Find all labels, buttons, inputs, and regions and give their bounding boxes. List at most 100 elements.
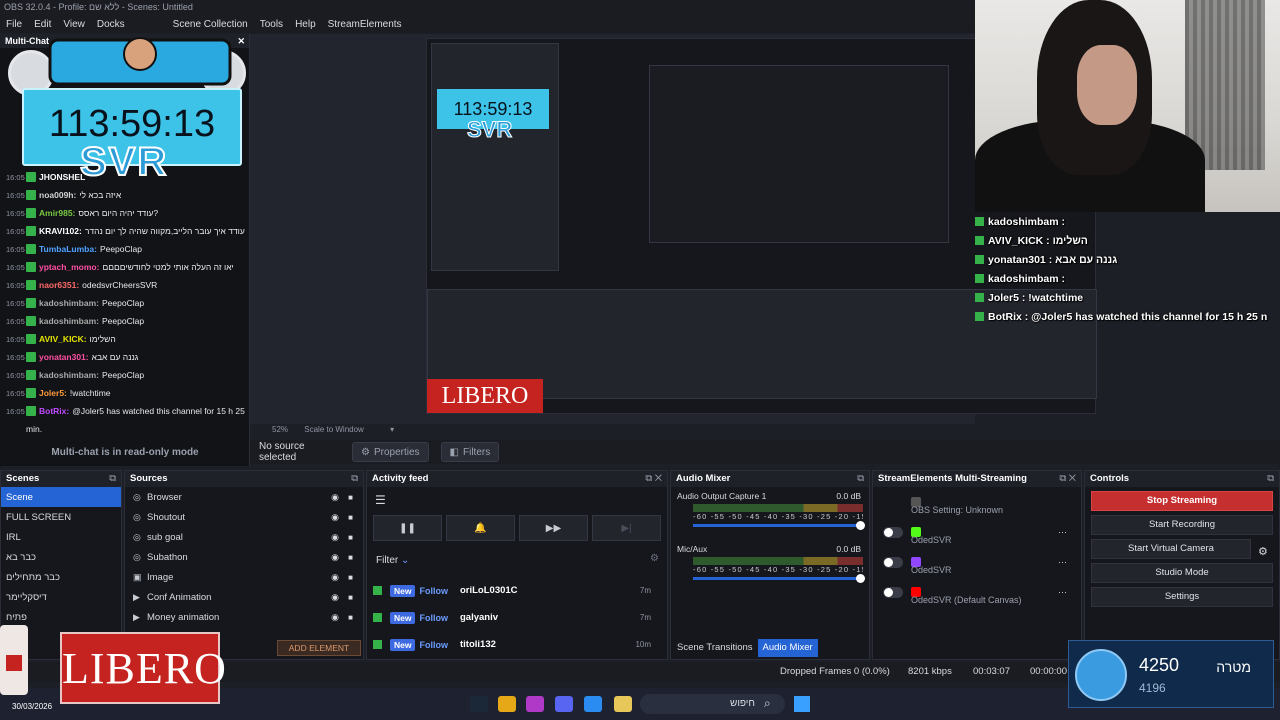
source-item[interactable]: ◎ Shoutout ◉ ■ <box>125 507 363 527</box>
windows-start-icon[interactable] <box>794 696 810 712</box>
lock-icon[interactable]: ■ <box>348 573 353 582</box>
kick-icon <box>373 613 382 622</box>
feed-item[interactable]: New Follow galyaniv 7m <box>367 604 667 631</box>
scene-item[interactable]: כבר בא <box>1 547 121 567</box>
browser-icon: ◎ <box>133 511 141 522</box>
scene-item[interactable]: כבר מתחילים <box>1 567 121 587</box>
lock-icon[interactable]: ■ <box>348 533 353 542</box>
chat-line: 16:05 AVIV_KICK: השלימו <box>6 334 116 344</box>
lock-icon[interactable]: ■ <box>348 513 353 522</box>
readonly-notice: Multi-chat is in read-only mode <box>51 447 199 458</box>
scene-item[interactable]: פתיח <box>1 607 121 627</box>
app-icon[interactable] <box>498 696 516 712</box>
lock-icon[interactable]: ■ <box>348 613 353 622</box>
overlay-date: 30/03/2026 <box>12 702 53 711</box>
eye-icon[interactable]: ◉ <box>331 492 339 503</box>
add-element-button[interactable]: ADD ELEMENT <box>277 640 361 656</box>
scale-mode[interactable]: Scale to Window <box>304 425 364 434</box>
skip-button[interactable]: ▶▶ <box>519 515 588 541</box>
eye-icon[interactable]: ◉ <box>331 612 339 623</box>
multistream-row[interactable]: OdedSVR ⋯ <box>873 547 1081 577</box>
gear-icon: ⚙ <box>361 446 370 458</box>
source-item[interactable]: ◎ sub goal ◉ ■ <box>125 527 363 547</box>
stop-streaming-button[interactable]: Stop Streaming <box>1091 491 1273 511</box>
dock-menu-icon[interactable]: ⧉ <box>857 471 864 487</box>
lock-icon[interactable]: ■ <box>348 493 353 502</box>
tab-audio-mixer[interactable]: Audio Mixer <box>757 639 818 657</box>
more-icon[interactable]: ⋯ <box>1058 527 1067 538</box>
search-icon: ⌕ <box>764 696 771 710</box>
feed-item[interactable]: New Follow titoli132 10m <box>367 631 667 658</box>
kick-badge-icon <box>26 226 36 236</box>
start-recording-button[interactable]: Start Recording <box>1091 515 1273 535</box>
steam-icon[interactable] <box>470 696 488 712</box>
settings-button[interactable]: Settings <box>1091 587 1273 607</box>
eye-icon[interactable]: ◉ <box>331 552 339 563</box>
close-icon[interactable]: ⧉ ✕ <box>1059 471 1076 487</box>
nested-recursive-preview <box>649 65 949 243</box>
menu-view[interactable]: View <box>57 19 91 30</box>
source-item[interactable]: ▣ Image ◉ ■ <box>125 567 363 587</box>
eye-icon[interactable]: ◉ <box>331 532 339 543</box>
dock-menu-icon[interactable]: ⧉ <box>1267 471 1274 487</box>
volume-slider[interactable] <box>693 521 865 530</box>
stream-toggle[interactable] <box>883 556 903 568</box>
more-icon[interactable]: ⋯ <box>1058 587 1067 598</box>
mute-alerts-button[interactable]: 🔔 <box>446 515 515 541</box>
source-item[interactable]: ◎ Subathon ◉ ■ <box>125 547 363 567</box>
skip-end-button[interactable]: ▶| <box>592 515 661 541</box>
hamburger-icon[interactable]: ☰ <box>367 487 667 507</box>
start-virtual-camera-button[interactable]: Start Virtual Camera <box>1091 539 1251 559</box>
studio-mode-button[interactable]: Studio Mode <box>1091 563 1273 583</box>
menu-scene-collection[interactable]: Scene Collection <box>167 19 254 30</box>
dock-menu-icon[interactable]: ⧉ <box>109 471 116 487</box>
zoom-level[interactable]: 52% <box>272 425 288 434</box>
gear-icon[interactable]: ⚙ <box>650 553 659 564</box>
stream-toggle[interactable] <box>883 586 903 598</box>
more-icon[interactable]: ⋯ <box>1058 557 1067 568</box>
scene-item[interactable]: דיסקליימר <box>1 587 121 607</box>
volume-meter <box>693 504 863 512</box>
multistream-dock: StreamElements Multi-Streaming ⧉ ✕ OBS Se… <box>872 470 1082 660</box>
stream-toggle[interactable] <box>883 526 903 538</box>
scene-item[interactable]: IRL <box>1 527 121 547</box>
chat-line: 16:05 yptach_momo: יאו זה העלה אותי למטי ל… <box>6 262 234 272</box>
controls-dock: Controls ⧉ Stop Streaming Start Recording… <box>1084 470 1280 660</box>
chevron-down-icon: ⌄ <box>401 555 410 566</box>
gear-icon[interactable]: ⚙ <box>1258 545 1268 558</box>
discord-icon[interactable] <box>555 696 573 712</box>
filter-dropdown[interactable]: Filter ⌄ ⚙ <box>367 541 667 577</box>
close-icon[interactable]: ⧉ ✕ <box>645 471 662 487</box>
eye-icon[interactable]: ◉ <box>331 572 339 583</box>
folder-icon[interactable] <box>614 696 632 712</box>
menu-streamelements[interactable]: StreamElements <box>322 19 408 30</box>
dock-menu-icon[interactable]: ⧉ <box>351 471 358 487</box>
multistream-row[interactable]: OdedSVR (Default Canvas) ⋯ <box>873 577 1081 607</box>
chevron-down-icon[interactable]: ▾ <box>390 425 394 434</box>
scene-item[interactable]: Scene <box>1 487 121 507</box>
menu-docks[interactable]: Docks <box>91 19 131 30</box>
chrome-icon[interactable] <box>584 696 602 712</box>
eye-icon[interactable]: ◉ <box>331 592 339 603</box>
feed-item[interactable]: New Follow oriLoL0301C 7m <box>367 577 667 604</box>
source-item[interactable]: ▶ Money animation ◉ ■ <box>125 607 363 627</box>
tab-scene-transitions[interactable]: Scene Transitions <box>672 639 758 657</box>
scene-item[interactable]: FULL SCREEN <box>1 507 121 527</box>
source-item[interactable]: ◎ Browser ◉ ■ <box>125 487 363 507</box>
menu-help[interactable]: Help <box>289 19 322 30</box>
lock-icon[interactable]: ■ <box>348 593 353 602</box>
menu-file[interactable]: File <box>0 19 28 30</box>
feed-controls: ❚❚ 🔔 ▶▶ ▶| <box>367 507 667 541</box>
program-preview[interactable]: 113:59:13 SVR LIBERO <box>250 34 1097 424</box>
menu-edit[interactable]: Edit <box>28 19 57 30</box>
lock-icon[interactable]: ■ <box>348 553 353 562</box>
filters-button[interactable]: ◧ Filters <box>440 442 500 462</box>
source-item[interactable]: ▶ Conf Animation ◉ ■ <box>125 587 363 607</box>
eye-icon[interactable]: ◉ <box>331 512 339 523</box>
volume-slider[interactable] <box>693 574 865 583</box>
pause-button[interactable]: ❚❚ <box>373 515 442 541</box>
multistream-row[interactable]: OdedSVR ⋯ <box>873 517 1081 547</box>
menu-tools[interactable]: Tools <box>254 19 289 30</box>
app-icon[interactable] <box>526 696 544 712</box>
properties-button[interactable]: ⚙ Properties <box>352 442 429 462</box>
